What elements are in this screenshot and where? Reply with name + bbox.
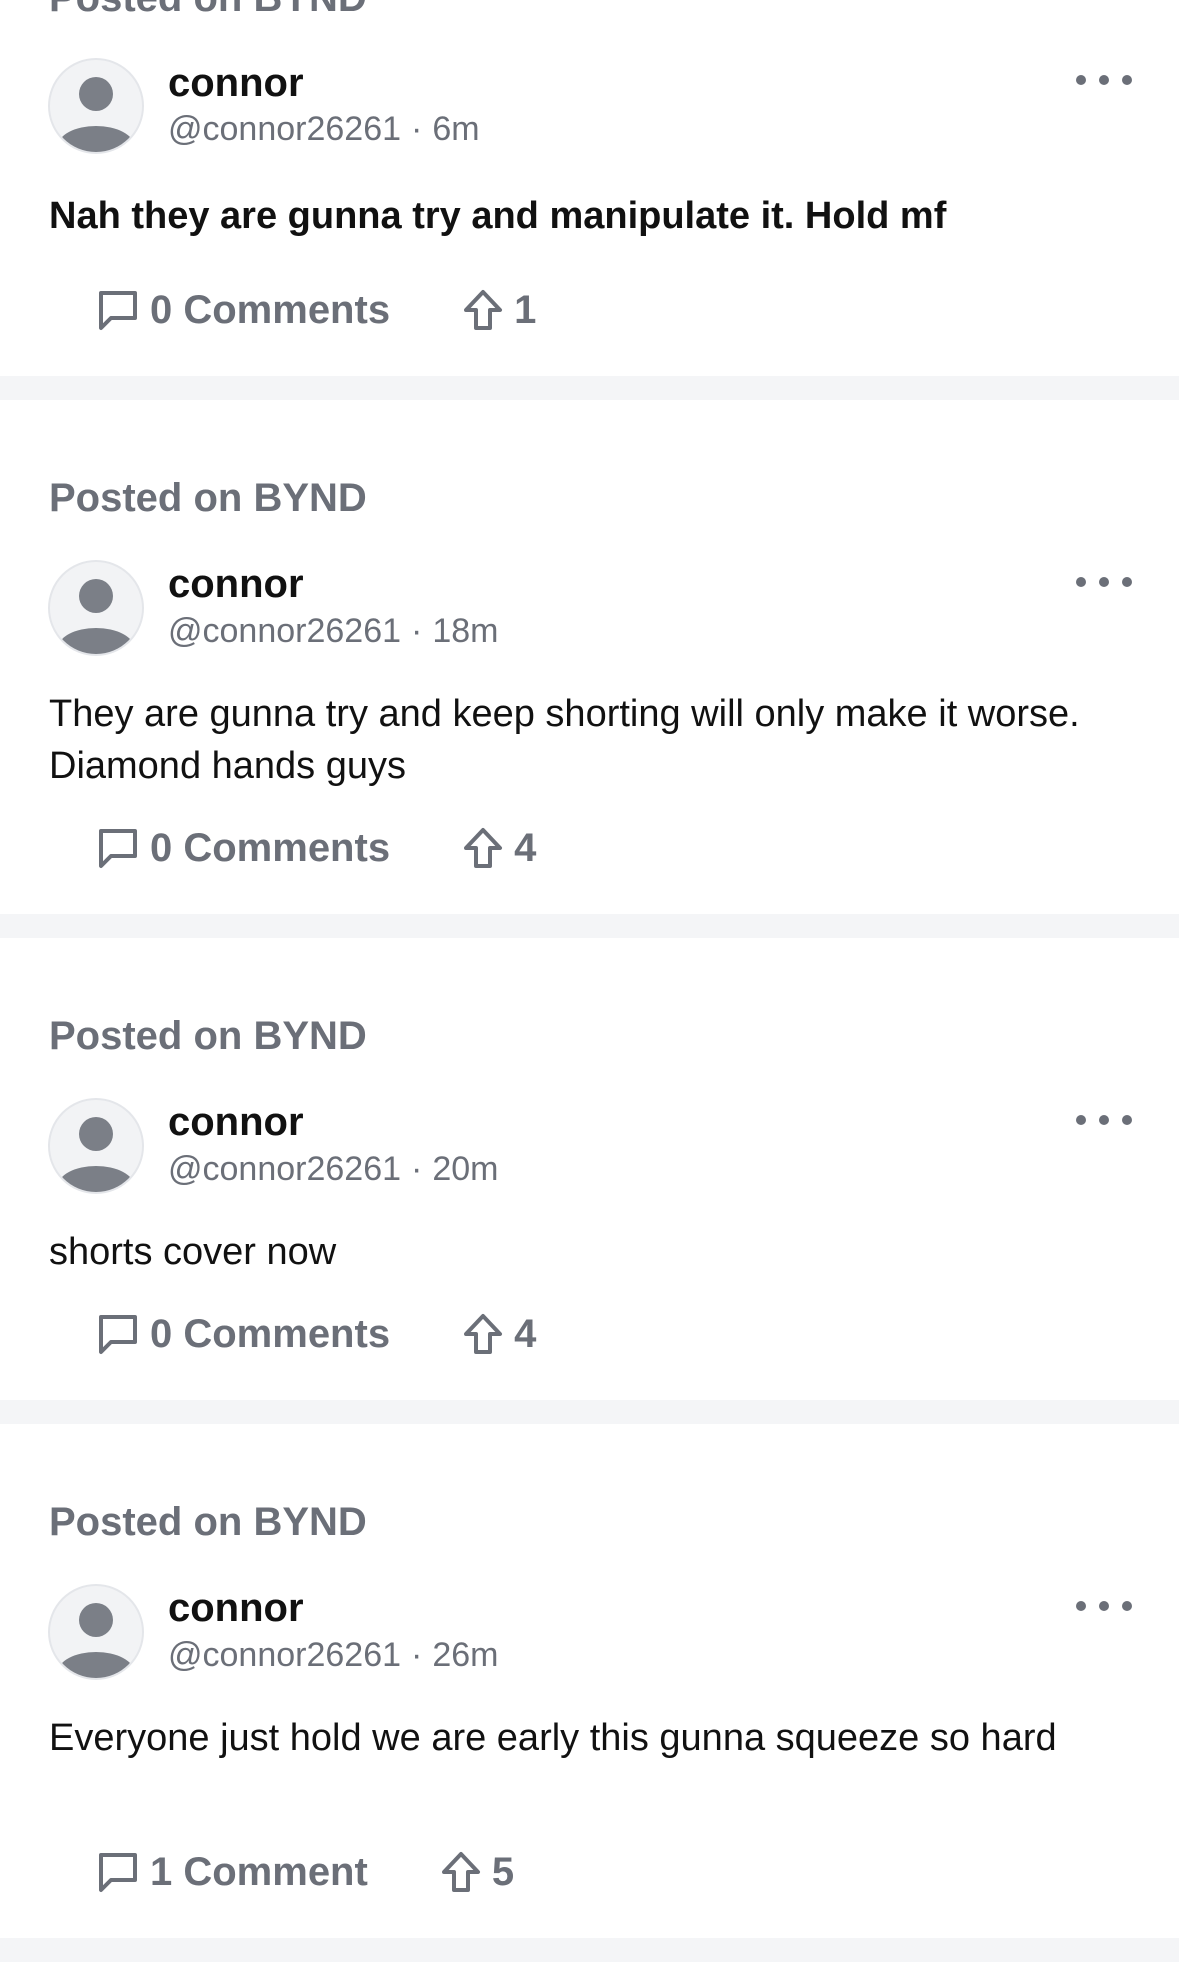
upvote-button[interactable]: 4 (462, 1312, 536, 1357)
post-card[interactable]: Posted on BYND connor @connor26261 ·6m Na… (0, 0, 1179, 376)
post-actions: 1 Comment 5 (96, 1842, 514, 1902)
comment-icon (99, 1315, 137, 1354)
author-name[interactable]: connor (168, 1586, 304, 1631)
default-avatar-icon (58, 579, 134, 654)
post-time: 26m (432, 1636, 499, 1674)
post-card[interactable]: Posted on BYND connor @connor26261 · 26m E… (0, 1424, 1179, 1938)
post-card[interactable]: Posted on BYND connor @connor26261 · 20m s… (0, 938, 1179, 1400)
author-handle[interactable]: @connor26261 (168, 110, 401, 148)
upvote-arrow-icon (464, 290, 503, 330)
post-meta: @connor26261 · 20m (168, 1150, 499, 1189)
avatar[interactable] (48, 58, 144, 154)
post-card[interactable]: Posted on BYND connor @connor26261 · 18m T… (0, 400, 1179, 914)
post-divider (0, 376, 1179, 400)
post-meta: @connor26261 · 6m (168, 110, 480, 149)
more-options-icon[interactable] (1076, 562, 1132, 602)
upvote-arrow-icon (464, 1314, 503, 1354)
avatar[interactable] (48, 1098, 144, 1194)
post-text: Everyone just hold we are early this gun… (49, 1717, 1057, 1759)
upvote-count: 4 (514, 1311, 537, 1356)
post-time: 20m (432, 1150, 499, 1188)
comments-button[interactable]: 0 Comments (96, 288, 390, 333)
meta-separator: · (411, 1636, 423, 1674)
author-handle[interactable]: @connor26261 (168, 1636, 401, 1674)
comments-button[interactable]: 0 Comments (96, 826, 390, 871)
author-handle[interactable]: @connor26261 (168, 612, 401, 650)
upvote-count: 5 (491, 1849, 515, 1894)
post-time: 6m (432, 110, 480, 148)
more-options-icon[interactable] (1076, 1100, 1132, 1140)
posted-on-label[interactable]: Posted on BYND (49, 1500, 367, 1545)
post-text: Nah they are gunna try and manipulate it… (49, 195, 947, 237)
upvote-arrow-icon (441, 1852, 480, 1892)
default-avatar-icon (58, 1117, 134, 1192)
upvote-arrow-icon (464, 828, 503, 868)
comment-icon (99, 829, 137, 868)
post-text: shorts cover now (49, 1231, 337, 1273)
author-name[interactable]: connor (168, 1100, 304, 1145)
author-handle[interactable]: @connor26261 (168, 1150, 401, 1188)
meta-separator: · (411, 110, 423, 148)
post-feed: Posted on BYND connor @connor26261·6m Na… (0, 0, 1179, 1962)
upvote-button[interactable]: 5 (440, 1850, 514, 1895)
more-options-icon[interactable] (1076, 60, 1132, 100)
comment-icon (99, 1853, 137, 1892)
upvote-count: 1 (514, 287, 537, 332)
comments-count: 1 Comment (150, 1849, 368, 1894)
post-meta: @connor26261 · 18m (168, 612, 499, 651)
comments-count: 0 Comments (150, 825, 391, 870)
posted-on-label[interactable]: Posted on BYND (49, 0, 367, 21)
upvote-button[interactable]: 4 (462, 826, 536, 871)
default-avatar-icon (58, 1603, 134, 1678)
comments-count: 0 Comments (150, 287, 391, 332)
post-meta: @connor26261 · 26m (168, 1636, 499, 1675)
post-actions: 0 Comments 4 (96, 1304, 536, 1364)
more-options-icon[interactable] (1076, 1586, 1132, 1626)
comments-count: 0 Comments (150, 1311, 391, 1356)
default-avatar-icon (58, 77, 134, 152)
comments-button[interactable]: 1 Comment (96, 1850, 368, 1895)
post-actions: 0 Comments 1 (96, 280, 536, 340)
upvote-count: 4 (514, 825, 537, 870)
post-time: 18m (432, 612, 499, 650)
posted-on-label[interactable]: Posted on BYND (49, 476, 367, 521)
author-name[interactable]: connor (168, 61, 304, 106)
post-text: They are gunna try and keep shorting wil… (49, 693, 1080, 787)
comments-button[interactable]: 0 Comments (96, 1312, 390, 1357)
meta-separator: · (411, 1150, 423, 1188)
posted-on-label[interactable]: Posted on BYND (49, 1014, 367, 1059)
meta-separator: · (411, 612, 423, 650)
avatar[interactable] (48, 560, 144, 656)
comment-icon (99, 291, 137, 330)
author-name[interactable]: connor (168, 562, 304, 607)
avatar[interactable] (48, 1584, 144, 1680)
post-divider (0, 1938, 1179, 1962)
upvote-button[interactable]: 1 (462, 288, 536, 333)
post-divider (0, 1400, 1179, 1424)
post-divider (0, 914, 1179, 938)
post-actions: 0 Comments 4 (96, 818, 536, 878)
